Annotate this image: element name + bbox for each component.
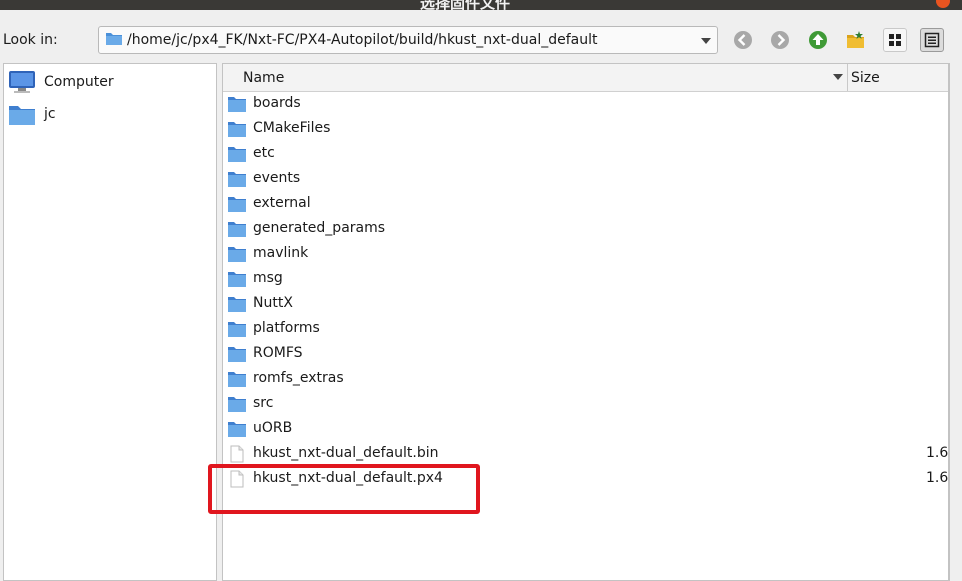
file-row[interactable]: boards [223,92,948,117]
column-header-name[interactable]: Name [243,70,284,86]
detail-view-button[interactable] [920,28,944,52]
file-name: hkust_nxt-dual_default.bin [253,445,439,461]
file-row[interactable]: ROMFS [223,342,948,367]
folder-icon [227,195,247,217]
path-combobox[interactable]: /home/jc/px4_FK/Nxt-FC/PX4-Autopilot/bui… [98,26,718,54]
file-size: 1.69 [926,445,949,461]
file-name: mavlink [253,245,309,261]
file-row[interactable]: platforms [223,317,948,342]
folder-icon [227,270,247,292]
file-name: CMakeFiles [253,120,331,136]
file-row[interactable]: msg [223,267,948,292]
list-view-icon [889,34,901,46]
column-divider[interactable] [847,64,848,91]
annotation-highlight-box [208,464,480,514]
file-row[interactable]: mavlink [223,242,948,267]
file-row[interactable]: romfs_extras [223,367,948,392]
file-row[interactable]: generated_params [223,217,948,242]
places-sidebar: Computer jc [3,63,217,581]
file-row[interactable]: NuttX [223,292,948,317]
file-name: uORB [253,420,293,436]
chevron-down-icon[interactable] [701,38,711,44]
file-row[interactable]: CMakeFiles [223,117,948,142]
sidebar-item-label: jc [44,106,56,122]
window-edge [949,63,962,581]
folder-icon [227,345,247,367]
file-name: etc [253,145,275,161]
close-icon[interactable] [936,0,950,8]
folder-icon [105,30,123,50]
file-name: src [253,395,274,411]
title-bar: 选择固件文件 [0,0,962,10]
file-row[interactable]: events [223,167,948,192]
file-list-header: Name Size [223,64,948,92]
folder-icon [227,170,247,192]
up-arrow-icon [809,31,827,49]
new-folder-icon [847,31,864,48]
file-name: external [253,195,311,211]
folder-icon [227,420,247,442]
back-icon [734,31,752,49]
folder-icon [9,106,35,125]
list-view-button[interactable] [883,28,907,52]
file-row[interactable]: src [223,392,948,417]
folder-icon [227,95,247,117]
file-name: NuttX [253,295,293,311]
file-name: boards [253,95,301,111]
sort-indicator-icon [833,74,843,80]
folder-icon [227,220,247,242]
folder-icon [227,295,247,317]
folder-icon [227,370,247,392]
column-header-size[interactable]: Size [851,70,880,86]
current-path: /home/jc/px4_FK/Nxt-FC/PX4-Autopilot/bui… [127,32,598,48]
forward-button[interactable] [768,28,792,52]
file-name: generated_params [253,220,386,236]
computer-icon [9,71,35,93]
file-name: msg [253,270,283,286]
new-folder-button[interactable] [844,28,868,52]
look-in-label: Look in: [3,32,58,48]
sidebar-item-jc[interactable]: jc [8,100,56,128]
file-row[interactable]: etc [223,142,948,167]
file-name: events [253,170,301,186]
folder-icon [227,120,247,142]
folder-icon [227,145,247,167]
folder-icon [227,395,247,417]
parent-directory-button[interactable] [806,28,830,52]
forward-icon [771,31,789,49]
file-row[interactable]: uORB [223,417,948,442]
folder-icon [227,245,247,267]
file-size: 1.60 [926,470,949,486]
file-name: platforms [253,320,320,336]
window-title: 选择固件文件 [420,0,511,10]
back-button[interactable] [731,28,755,52]
file-name: ROMFS [253,345,303,361]
folder-icon [227,320,247,342]
sidebar-item-computer[interactable]: Computer [8,68,114,96]
detail-view-icon [924,32,940,48]
file-name: romfs_extras [253,370,344,386]
file-row[interactable]: external [223,192,948,217]
sidebar-item-label: Computer [44,74,114,90]
